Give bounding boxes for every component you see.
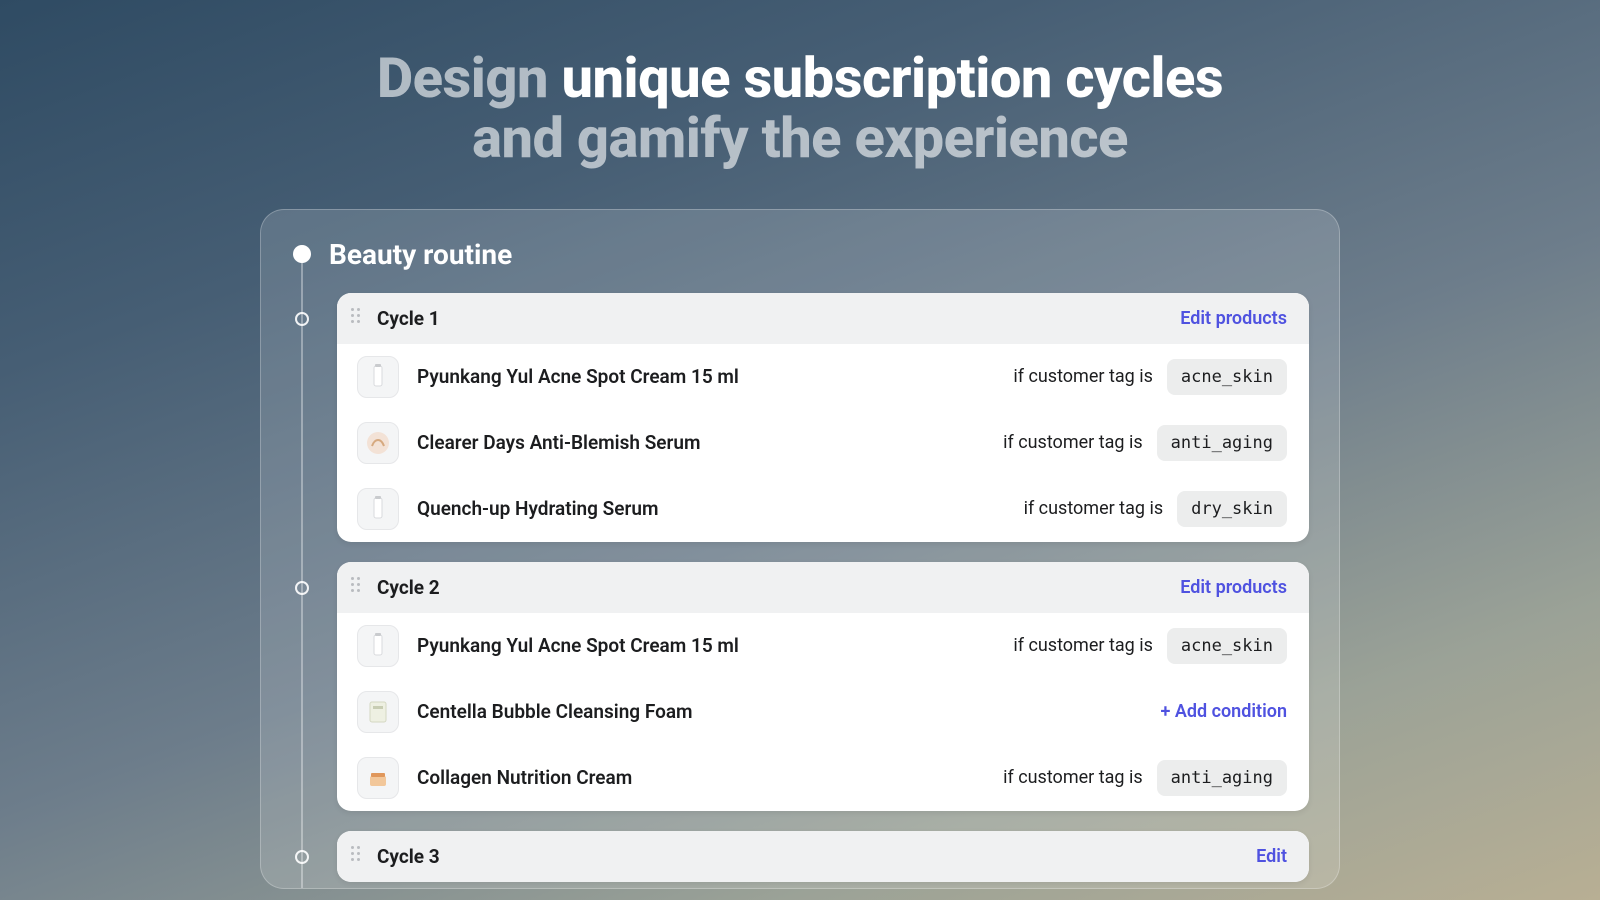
hero-strong: unique subscription cycles xyxy=(561,45,1223,111)
product-row: Clearer Days Anti-Blemish Serumif custom… xyxy=(337,410,1309,476)
product-row: Pyunkang Yul Acne Spot Cream 15 mlif cus… xyxy=(337,613,1309,679)
product-name: Pyunkang Yul Acne Spot Cream 15 ml xyxy=(417,634,1013,657)
product-thumbnail xyxy=(357,757,399,799)
cycle-title: Cycle 1 xyxy=(377,307,1180,330)
cycle-card: Cycle 1Edit productsPyunkang Yul Acne Sp… xyxy=(337,293,1309,542)
product-name: Collagen Nutrition Cream xyxy=(417,766,1003,789)
cycle-title: Cycle 3 xyxy=(377,845,1256,868)
customer-tag-chip: anti_aging xyxy=(1157,425,1287,461)
edit-products-link[interactable]: Edit products xyxy=(1180,308,1287,329)
hero-heading: Design unique subscription cycles and ga… xyxy=(0,0,1600,209)
condition-label: if customer tag is xyxy=(1003,767,1143,788)
cycle-title: Cycle 2 xyxy=(377,576,1180,599)
product-thumbnail xyxy=(357,488,399,530)
drag-handle-icon[interactable] xyxy=(351,577,365,597)
cycle-card: Cycle 3Edit xyxy=(337,831,1309,882)
edit-products-link[interactable]: Edit xyxy=(1256,846,1287,867)
condition-label: if customer tag is xyxy=(1024,498,1164,519)
cycle-card: Cycle 2Edit productsPyunkang Yul Acne Sp… xyxy=(337,562,1309,811)
product-row: Pyunkang Yul Acne Spot Cream 15 mlif cus… xyxy=(337,344,1309,410)
hero-prefix: Design xyxy=(377,45,548,111)
product-row: Collagen Nutrition Creamif customer tag … xyxy=(337,745,1309,811)
timeline-node xyxy=(295,312,309,326)
product-name: Pyunkang Yul Acne Spot Cream 15 ml xyxy=(417,365,1013,388)
edit-products-link[interactable]: Edit products xyxy=(1180,577,1287,598)
drag-handle-icon[interactable] xyxy=(351,846,365,866)
customer-tag-chip: acne_skin xyxy=(1167,359,1287,395)
customer-tag-chip: anti_aging xyxy=(1157,760,1287,796)
customer-tag-chip: acne_skin xyxy=(1167,628,1287,664)
product-thumbnail xyxy=(357,625,399,667)
hero-line2: and gamify the experience xyxy=(472,105,1128,171)
add-condition-link[interactable]: + Add condition xyxy=(1160,701,1287,722)
cycle-header: Cycle 3Edit xyxy=(337,831,1309,882)
product-row: Quench-up Hydrating Serumif customer tag… xyxy=(337,476,1309,542)
product-thumbnail xyxy=(357,422,399,464)
product-name: Quench-up Hydrating Serum xyxy=(417,497,1024,520)
condition-label: if customer tag is xyxy=(1013,366,1153,387)
condition-label: if customer tag is xyxy=(1013,635,1153,656)
product-name: Clearer Days Anti-Blemish Serum xyxy=(417,431,1003,454)
condition-label: if customer tag is xyxy=(1003,432,1143,453)
customer-tag-chip: dry_skin xyxy=(1177,491,1287,527)
timeline-node xyxy=(295,581,309,595)
drag-handle-icon[interactable] xyxy=(351,308,365,328)
cycle-header: Cycle 2Edit products xyxy=(337,562,1309,613)
timeline-line xyxy=(301,256,303,888)
product-thumbnail xyxy=(357,691,399,733)
routine-panel: Beauty routine Cycle 1Edit productsPyunk… xyxy=(260,209,1340,889)
routine-title: Beauty routine xyxy=(329,238,512,271)
cycle-header: Cycle 1Edit products xyxy=(337,293,1309,344)
product-thumbnail xyxy=(357,356,399,398)
product-row: Centella Bubble Cleansing Foam+ Add cond… xyxy=(337,679,1309,745)
timeline-node xyxy=(295,850,309,864)
product-name: Centella Bubble Cleansing Foam xyxy=(417,700,1160,723)
